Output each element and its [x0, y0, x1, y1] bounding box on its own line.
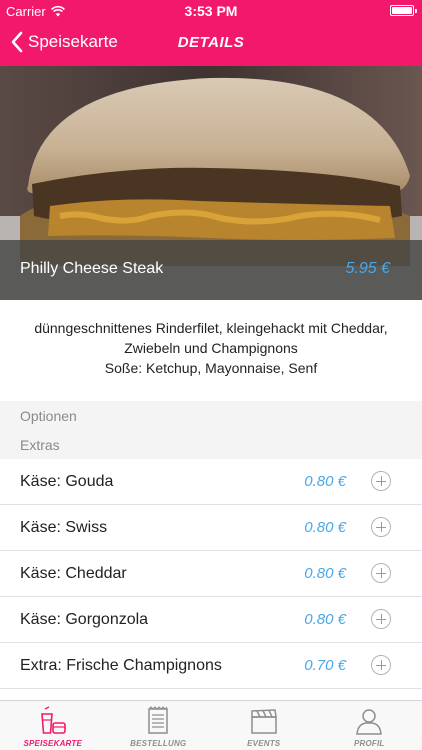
add-icon[interactable]: [371, 471, 391, 491]
tab-profil[interactable]: PROFIL: [317, 701, 422, 750]
tab-bar: SPEISEKARTE BESTELLUNG EVENTS PROFIL: [0, 700, 422, 750]
tab-bestellung[interactable]: BESTELLUNG: [106, 701, 212, 750]
dish-name: Philly Cheese Steak: [20, 260, 164, 277]
drink-food-icon: [40, 706, 66, 734]
extra-label: Käse: Cheddar: [20, 565, 127, 582]
description-line: Zwiebeln und Champignons: [124, 340, 298, 356]
extra-label: Käse: Gorgonzola: [20, 611, 149, 628]
chevron-left-icon: [11, 31, 23, 53]
add-icon[interactable]: [371, 517, 391, 537]
extra-label: Käse: Swiss: [20, 519, 108, 536]
list-item[interactable]: Käse: Gorgonzola 0.80 €: [0, 597, 422, 643]
clapperboard-icon: [251, 709, 277, 734]
add-icon[interactable]: [371, 655, 391, 675]
dish-description: dünngeschnittenes Rinderfilet, kleingeha…: [0, 318, 422, 378]
extras-list: Käse: Gouda 0.80 € Käse: Swiss 0.80 € Kä…: [0, 459, 422, 689]
section-title-extras: Extras: [20, 437, 60, 453]
tab-speisekarte[interactable]: SPEISEKARTE: [0, 701, 106, 750]
extra-label: Käse: Gouda: [20, 473, 114, 490]
tab-label: BESTELLUNG: [130, 739, 187, 748]
battery-icon: [390, 5, 417, 16]
extra-price: 0.80 €: [304, 519, 346, 536]
tab-label: SPEISEKARTE: [23, 739, 82, 748]
add-icon[interactable]: [371, 563, 391, 583]
notepad-icon: [148, 706, 168, 734]
description-line: Soße: Ketchup, Mayonnaise, Senf: [104, 360, 318, 376]
extra-price: 0.80 €: [304, 611, 346, 628]
dish-price: 5.95 €: [345, 260, 390, 277]
tab-label: EVENTS: [247, 739, 281, 748]
list-item[interactable]: Extra: Frische Champignons 0.70 €: [0, 643, 422, 689]
section-title-options: Optionen: [20, 408, 77, 424]
back-button[interactable]: Speisekarte: [10, 31, 118, 53]
tab-events[interactable]: EVENTS: [211, 701, 317, 750]
list-item[interactable]: Käse: Swiss 0.80 €: [0, 505, 422, 551]
list-item[interactable]: Käse: Gouda 0.80 €: [0, 459, 422, 505]
dish-info-bar: Philly Cheese Steak 5.95 €: [0, 240, 422, 300]
extra-label: Extra: Frische Champignons: [20, 657, 222, 674]
header: Carrier 3:53 PM Speisekarte DETAILS: [0, 0, 422, 66]
person-icon: [356, 709, 383, 735]
navigation-bar: Speisekarte DETAILS: [0, 22, 422, 66]
tab-label: PROFIL: [353, 739, 385, 748]
back-label: Speisekarte: [28, 32, 118, 51]
list-item[interactable]: Käse: Cheddar 0.80 €: [0, 551, 422, 597]
add-icon[interactable]: [371, 609, 391, 629]
status-bar: Carrier 3:53 PM: [0, 0, 422, 22]
extra-price: 0.70 €: [304, 657, 346, 674]
description-line: dünngeschnittenes Rinderfilet, kleingeha…: [34, 320, 388, 336]
status-time: 3:53 PM: [184, 3, 238, 19]
dish-photo: Philly Cheese Steak 5.95 €: [0, 66, 422, 300]
extra-price: 0.80 €: [304, 473, 346, 490]
extra-price: 0.80 €: [304, 565, 346, 582]
